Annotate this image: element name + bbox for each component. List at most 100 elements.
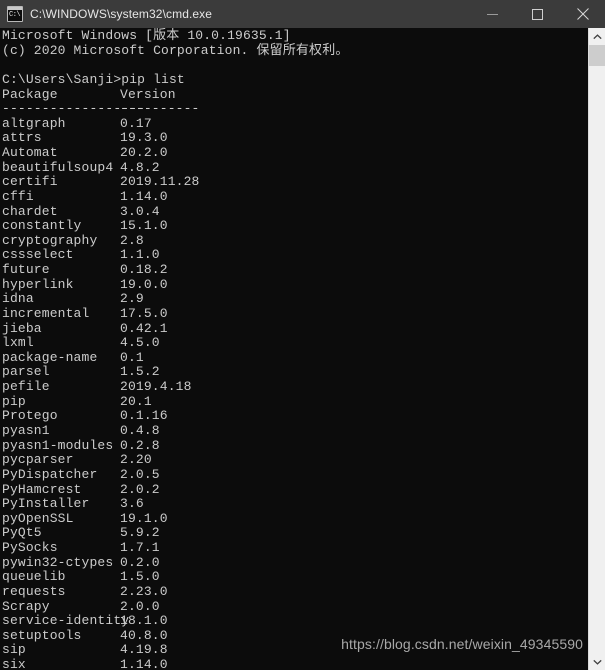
package-version-cell: 18.1.0 <box>120 613 168 629</box>
package-version-cell: 2.23.0 <box>120 583 168 599</box>
package-version-cell: 0.18.2 <box>120 262 168 278</box>
package-name-cell: pyOpenSSL <box>2 510 74 526</box>
console-output-area[interactable]: Microsoft Windows [版本 10.0.19635.1] (c) 2… <box>0 28 588 670</box>
package-version-cell: 2019.11.28 <box>120 174 200 190</box>
package-row: attrs 19.3.0 <box>2 131 582 146</box>
package-name-cell: package-name <box>2 349 98 365</box>
package-row: PyInstaller 3.6 <box>2 497 582 512</box>
cmd-console-icon: C:\ <box>7 6 23 22</box>
package-version-cell: 40.8.0 <box>120 627 168 643</box>
package-row: PyDispatcher 2.0.5 <box>2 466 582 483</box>
scroll-down-arrow-icon[interactable] <box>589 653 605 670</box>
console-header-line-0: Microsoft Windows [版本 10.0.19635.1] <box>2 28 291 43</box>
package-version-cell: 17.5.0 <box>120 305 168 321</box>
package-row: lxml 4.5.0 <box>2 336 582 351</box>
vertical-scrollbar[interactable] <box>588 28 605 670</box>
package-version-cell: 0.2.8 <box>120 437 160 453</box>
package-row: parsel 1.5.2 <box>2 365 582 380</box>
package-row: pywin32-ctypes 0.2.0 <box>2 554 582 571</box>
package-name-cell: ------------------ <box>2 101 146 117</box>
package-version-cell: 2.9 <box>120 291 144 307</box>
package-name-cell: queuelib <box>2 569 66 585</box>
package-row: chardet 3.0.4 <box>2 203 582 220</box>
package-name-cell: Scrapy <box>2 598 50 614</box>
package-version-cell: 1.14.0 <box>120 188 168 204</box>
package-version-cell: 2019.4.18 <box>120 379 192 395</box>
package-name-cell: Protego <box>2 408 58 424</box>
package-version-cell: 0.2.0 <box>120 554 160 570</box>
package-row: package-name 0.1 <box>2 349 582 366</box>
package-version-cell: 1.14.0 <box>120 657 168 670</box>
package-row: altgraph 0.17 <box>2 115 582 132</box>
package-row: PyHamcrest 2.0.2 <box>2 481 582 498</box>
package-version-cell: 4.8.2 <box>120 159 160 175</box>
package-version-cell: 1.1.0 <box>120 247 160 263</box>
package-table-separator: ---------------------------- <box>2 102 582 117</box>
package-name-cell: pip <box>2 393 26 409</box>
window-title: C:\WINDOWS\system32\cmd.exe <box>30 7 213 21</box>
scroll-up-arrow-icon[interactable] <box>589 28 605 45</box>
package-version-cell: ---------- <box>120 101 200 117</box>
close-button[interactable] <box>560 0 605 28</box>
cmd-window: C:\ C:\WINDOWS\system32\cmd.exe Microsof… <box>0 0 605 670</box>
minimize-button[interactable] <box>470 0 515 28</box>
package-version-cell: 0.1.16 <box>120 408 168 424</box>
package-row: pyasn1 0.4.8 <box>2 423 582 439</box>
package-version-cell: 2.8 <box>120 232 144 248</box>
package-name-cell: cryptography <box>2 232 98 248</box>
package-name-cell: jieba <box>2 320 42 336</box>
package-version-cell: 19.3.0 <box>120 130 168 146</box>
package-name-cell: PyQt5 <box>2 525 42 541</box>
package-row: service-identity18.1.0 <box>2 614 582 629</box>
package-version-cell: Version <box>120 86 176 102</box>
package-name-cell: Package <box>2 86 58 102</box>
package-version-cell: 19.0.0 <box>120 276 168 292</box>
package-name-cell: constantly <box>2 218 82 234</box>
package-row: Protego 0.1.16 <box>2 409 582 424</box>
package-name-cell: chardet <box>2 203 58 219</box>
package-name-cell: incremental <box>2 305 90 321</box>
maximize-button[interactable] <box>515 0 560 28</box>
package-name-cell: cssselect <box>2 247 74 263</box>
package-name-cell: hyperlink <box>2 276 74 292</box>
cmd-icon-prompt-glyph: C:\ <box>9 11 21 19</box>
package-row: pefile 2019.4.18 <box>2 380 582 395</box>
package-name-cell: PyHamcrest <box>2 481 82 497</box>
package-version-cell: 2.0.0 <box>120 598 160 614</box>
package-name-cell: altgraph <box>2 115 66 131</box>
package-row: six 1.14.0 <box>2 657 582 670</box>
package-name-cell: sip <box>2 642 26 658</box>
package-row: pyOpenSSL 19.1.0 <box>2 510 582 527</box>
scrollbar-thumb[interactable] <box>589 45 605 66</box>
package-name-cell: pycparser <box>2 452 74 468</box>
package-version-cell: 2.0.5 <box>120 466 160 482</box>
package-name-cell: pywin32-ctypes <box>2 554 114 570</box>
package-version-cell: 1.5.2 <box>120 364 160 380</box>
package-name-cell: cffi <box>2 188 34 204</box>
package-version-cell: 0.17 <box>120 115 152 131</box>
package-row: Automat 20.2.0 <box>2 145 582 161</box>
package-row: pip 20.1 <box>2 393 582 410</box>
console-header-line-1: (c) 2020 Microsoft Corporation. 保留所有权利。 <box>2 42 349 58</box>
package-version-cell: 3.0.4 <box>120 203 160 219</box>
package-name-cell: setuptools <box>2 627 82 643</box>
package-row: constantly 15.1.0 <box>2 219 582 234</box>
package-row: pycparser 2.20 <box>2 453 582 468</box>
package-table-header: Package Version <box>2 86 582 103</box>
package-name-cell: six <box>2 657 26 670</box>
package-version-cell: 3.6 <box>120 496 144 512</box>
package-name-cell: certifi <box>2 174 58 190</box>
cmd-icon-titlebar-strip <box>8 7 22 10</box>
console-header-line-3: C:\Users\Sanji>pip list <box>2 71 185 87</box>
window-titlebar[interactable]: C:\ C:\WINDOWS\system32\cmd.exe <box>0 0 605 28</box>
package-version-cell: 5.9.2 <box>120 525 160 541</box>
package-row: PyQt5 5.9.2 <box>2 526 582 541</box>
package-row: certifi 2019.11.28 <box>2 175 582 190</box>
package-version-cell: 2.20 <box>120 452 152 468</box>
window-controls <box>470 0 605 28</box>
package-version-cell: 19.1.0 <box>120 510 168 526</box>
package-version-cell: 20.1 <box>120 393 152 409</box>
package-version-cell: 0.42.1 <box>120 320 168 336</box>
package-row: requests 2.23.0 <box>2 583 582 600</box>
package-version-cell: 1.7.1 <box>120 540 160 556</box>
